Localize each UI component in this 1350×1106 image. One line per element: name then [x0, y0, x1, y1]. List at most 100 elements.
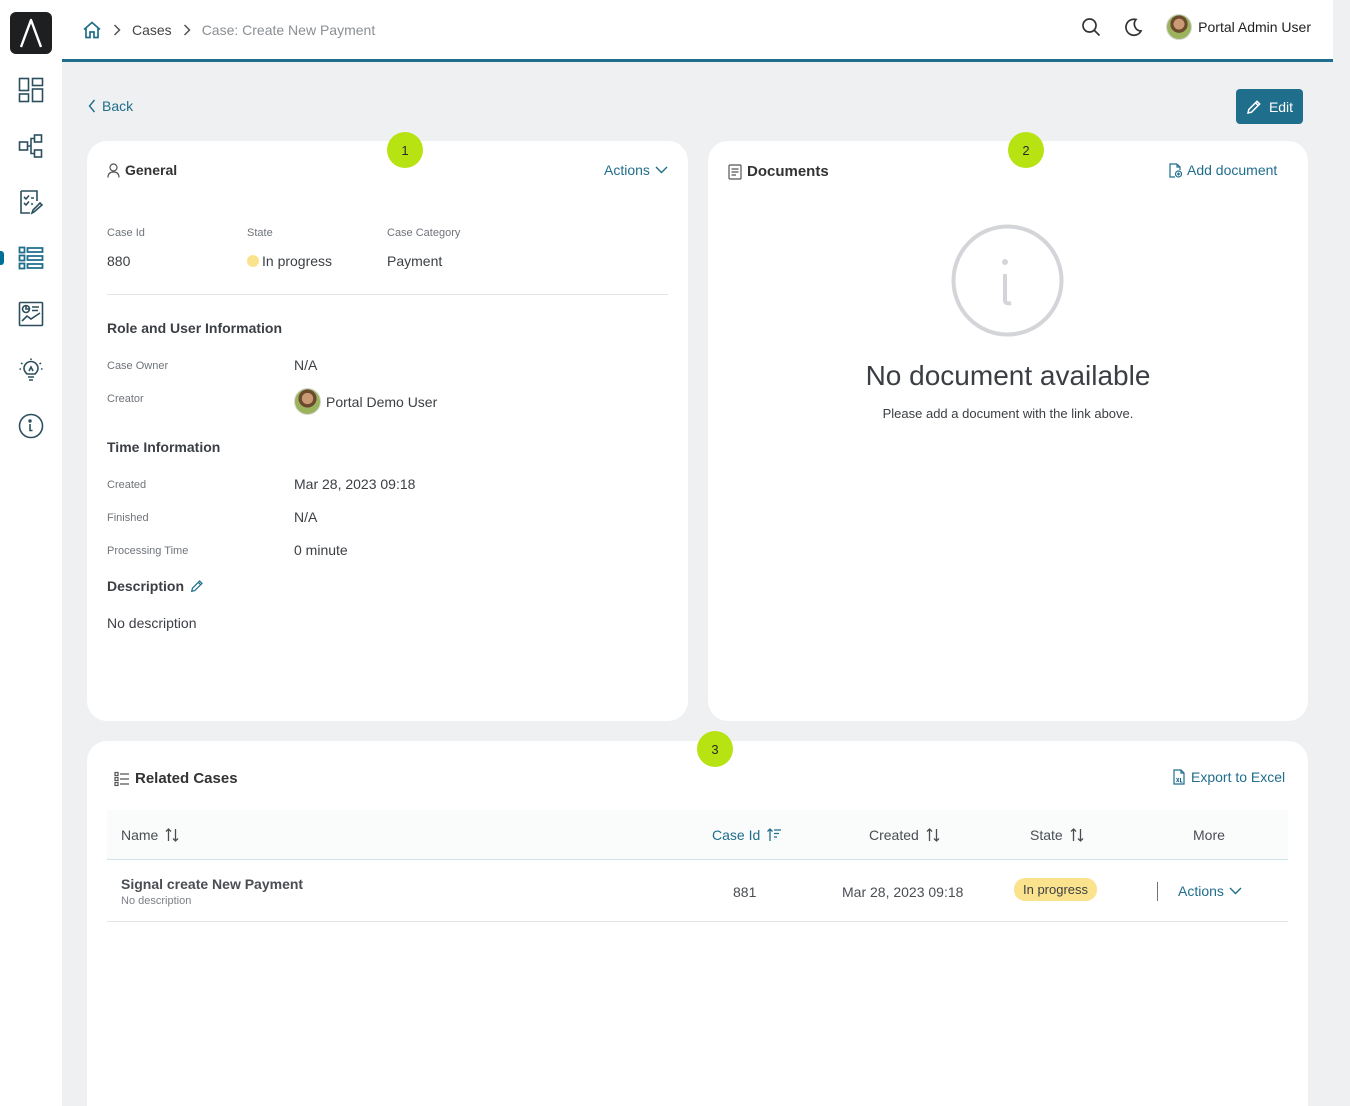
table-header-row — [107, 810, 1288, 860]
case-owner-value: N/A — [294, 357, 318, 373]
home-icon[interactable] — [82, 20, 102, 40]
general-title: General — [107, 162, 177, 178]
case-category-label: Case Category — [387, 227, 461, 239]
column-name-header[interactable]: Name — [121, 827, 180, 843]
column-state-header[interactable]: State — [1030, 827, 1085, 843]
creator-name: Portal Demo User — [326, 393, 438, 410]
step-badge-1: 1 — [387, 132, 423, 168]
general-actions-dropdown[interactable]: Actions — [604, 162, 668, 178]
created-label: Created — [107, 479, 147, 491]
document-icon — [728, 163, 742, 180]
processing-time-value: 0 minute — [294, 542, 348, 558]
column-created-label: Created — [869, 827, 919, 843]
sort-icon — [1070, 828, 1084, 842]
list-icon — [114, 771, 129, 786]
empty-documents-hint: Please add a document with the link abov… — [882, 406, 1134, 421]
column-case-id-header[interactable]: Case Id — [712, 827, 782, 843]
finished-value: N/A — [294, 509, 318, 525]
add-document-link[interactable]: Add document — [1168, 162, 1277, 178]
row-case-name[interactable]: Signal create New Payment — [121, 876, 303, 892]
empty-documents-title: No document available — [865, 360, 1151, 391]
empty-info-icon — [951, 224, 1064, 337]
row-actions-label: Actions — [1178, 883, 1224, 899]
step-badge-3: 3 — [697, 731, 733, 767]
sort-icon — [926, 828, 940, 842]
row-created: Mar 28, 2023 09:18 — [842, 884, 964, 900]
documents-title: Documents — [728, 163, 829, 180]
created-value: Mar 28, 2023 09:18 — [294, 476, 416, 492]
tasks-icon[interactable] — [16, 187, 46, 217]
row-case-id: 881 — [733, 884, 757, 900]
documents-title-text: Documents — [747, 163, 829, 180]
search-icon[interactable] — [1078, 14, 1104, 40]
add-document-icon — [1169, 162, 1182, 178]
related-cases-card — [87, 741, 1308, 1106]
breadcrumb-cases[interactable]: Cases — [132, 22, 172, 38]
lightbulb-icon[interactable] — [16, 355, 46, 385]
finished-label: Finished — [107, 512, 149, 524]
general-actions-label: Actions — [604, 162, 650, 178]
chevron-down-icon — [1229, 887, 1242, 895]
chevron-down-icon — [655, 166, 668, 174]
chevron-right-icon — [183, 24, 191, 36]
step-badge-2: 2 — [1008, 132, 1044, 168]
active-nav-indicator — [0, 251, 4, 265]
row-actions-dropdown[interactable]: Actions — [1178, 883, 1242, 899]
back-label: Back — [102, 98, 134, 114]
top-bar: Cases Case: Create New Payment Portal Ad… — [62, 0, 1333, 62]
sidebar — [0, 0, 62, 1106]
back-link[interactable]: Back — [88, 98, 133, 114]
user-avatar[interactable] — [1166, 14, 1193, 40]
processing-time-label: Processing Time — [107, 545, 189, 557]
row-separator — [1157, 882, 1158, 901]
cases-icon[interactable] — [16, 243, 46, 273]
pencil-icon — [1246, 99, 1261, 114]
general-title-text: General — [125, 162, 178, 178]
dashboard-icon[interactable] — [16, 75, 46, 105]
creator-avatar — [294, 388, 321, 415]
case-owner-label: Case Owner — [107, 360, 169, 372]
column-name-label: Name — [121, 827, 159, 843]
related-cases-title-text: Related Cases — [135, 770, 238, 787]
state-dot-icon — [247, 255, 259, 267]
case-id-label: Case Id — [107, 227, 145, 239]
excel-file-icon — [1173, 769, 1185, 785]
column-created-header[interactable]: Created — [869, 827, 941, 843]
column-more-header: More — [1193, 827, 1225, 843]
creator-value: Portal Demo User — [294, 388, 437, 415]
dark-mode-icon[interactable] — [1120, 14, 1146, 40]
case-category-value: Payment — [387, 253, 443, 269]
sort-ascending-icon — [767, 828, 782, 841]
breadcrumb: Cases Case: Create New Payment — [82, 20, 375, 40]
role-section-heading: Role and User Information — [107, 320, 283, 336]
user-icon — [107, 162, 120, 178]
general-divider — [107, 294, 668, 295]
row-state-badge: In progress — [1014, 878, 1098, 901]
breadcrumb-current: Case: Create New Payment — [201, 22, 376, 38]
state-label: State — [247, 227, 273, 239]
row-case-description: No description — [121, 895, 192, 907]
edit-label: Edit — [1268, 98, 1294, 115]
logo-icon[interactable] — [10, 12, 52, 54]
sort-icon — [165, 828, 179, 842]
edit-button[interactable]: Edit — [1236, 89, 1303, 124]
related-cases-title: Related Cases — [114, 770, 238, 787]
export-excel-link[interactable]: Export to Excel — [1172, 769, 1285, 785]
info-icon[interactable] — [16, 411, 46, 441]
statistics-icon[interactable] — [16, 299, 46, 329]
column-state-label: State — [1030, 827, 1063, 843]
state-text: In progress — [262, 253, 333, 269]
description-heading: Description — [107, 578, 204, 594]
time-section-heading: Time Information — [107, 439, 221, 455]
edit-description-pencil-icon[interactable] — [190, 579, 204, 593]
add-document-label: Add document — [1187, 162, 1278, 178]
process-icon[interactable] — [16, 131, 46, 161]
case-id-value: 880 — [107, 253, 131, 269]
column-case-id-label: Case Id — [712, 827, 761, 843]
chevron-right-icon — [113, 24, 121, 36]
description-heading-text: Description — [107, 578, 185, 594]
state-value: In progress — [247, 253, 332, 269]
export-excel-label: Export to Excel — [1191, 769, 1286, 785]
chevron-left-icon — [88, 99, 96, 113]
user-name[interactable]: Portal Admin User — [1198, 19, 1311, 35]
